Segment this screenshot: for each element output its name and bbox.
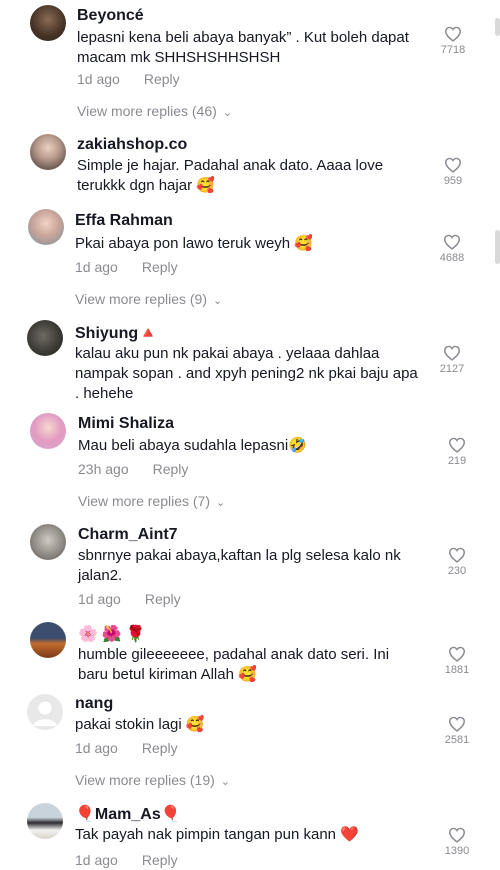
comment-time: 1d ago — [77, 71, 120, 87]
comment-meta: 1d ago Reply — [78, 591, 181, 607]
scrollbar[interactable] — [495, 18, 500, 36]
heart-outline-icon — [448, 646, 466, 662]
heart-outline-icon — [443, 234, 461, 250]
view-more-replies[interactable]: View more replies (46) ⌄ — [77, 103, 232, 119]
view-more-label: View more replies (7) — [78, 493, 211, 509]
avatar[interactable] — [27, 320, 63, 356]
comment-username[interactable]: Mimi Shaliza — [78, 415, 174, 433]
avatar[interactable] — [27, 694, 63, 730]
avatar[interactable] — [27, 803, 63, 839]
like-count: 4688 — [439, 252, 465, 264]
heart-outline-icon — [448, 547, 466, 563]
avatar[interactable] — [30, 622, 66, 658]
chevron-down-icon: ⌄ — [222, 107, 233, 119]
comment-meta: 23h ago Reply — [78, 461, 188, 477]
comment-text: Tak payah nak pimpin tangan pun kann ❤️ — [75, 826, 359, 843]
like-count: 959 — [443, 175, 463, 187]
heart-outline-icon — [444, 26, 462, 42]
comment-username[interactable]: Effa Rahman — [75, 212, 173, 230]
like-button[interactable]: 4688 — [432, 234, 472, 264]
comment-meta: 1d ago Reply — [75, 852, 178, 868]
view-more-replies[interactable]: View more replies (7) ⌄ — [78, 493, 225, 509]
view-more-replies[interactable]: View more replies (9) ⌄ — [75, 291, 222, 307]
comment-time: 1d ago — [75, 259, 118, 275]
comment-meta: 1d ago Reply — [77, 71, 180, 87]
comment-text: lepasni kena beli abaya banyak” . Kut bo… — [77, 29, 409, 66]
reply-button[interactable]: Reply — [145, 591, 181, 607]
comment-text: Simple je hajar. Padahal anak dato. Aaaa… — [77, 157, 384, 194]
like-count: 1881 — [444, 664, 470, 676]
like-count: 7718 — [440, 44, 466, 56]
comment-text: kalau aku pun nk pakai abaya . yelaaa da… — [75, 345, 418, 402]
avatar[interactable] — [30, 413, 66, 449]
comment-time: 1d ago — [75, 852, 118, 868]
reply-button[interactable]: Reply — [142, 852, 178, 868]
like-button[interactable]: 219 — [437, 437, 477, 467]
reply-button[interactable]: Reply — [142, 259, 178, 275]
comment-text: Mau beli abaya sudahla lepasni🤣 — [78, 437, 307, 454]
view-more-replies[interactable]: View more replies (19) ⌄ — [75, 772, 230, 788]
comment-username[interactable]: Charm_Aint7 — [78, 526, 178, 544]
chevron-down-icon: ⌄ — [216, 497, 226, 509]
comment-username[interactable]: Beyoncé — [77, 7, 144, 25]
heart-outline-icon — [448, 437, 466, 453]
comment-time: 1d ago — [75, 740, 118, 756]
like-count: 2127 — [439, 363, 465, 375]
comment-username[interactable]: nang — [75, 695, 113, 713]
view-more-label: View more replies (46) — [77, 103, 217, 119]
heart-outline-icon — [444, 157, 462, 173]
heart-outline-icon — [448, 827, 466, 843]
avatar[interactable] — [30, 134, 66, 170]
heart-outline-icon — [448, 716, 466, 732]
comment-text: humble gileeeeeee, padahal anak dato ser… — [78, 646, 390, 683]
like-button[interactable]: 1881 — [437, 646, 477, 676]
comment-meta: 1d ago Reply — [75, 740, 178, 756]
comment-username[interactable]: zakiahshop.co — [77, 136, 187, 154]
comment-text: pakai stokin lagi 🥰 — [75, 716, 205, 733]
comment-username[interactable]: 🎈Mam_As🎈 — [75, 804, 181, 824]
view-more-label: View more replies (19) — [75, 772, 215, 788]
like-button[interactable]: 1390 — [437, 827, 477, 857]
like-button[interactable]: 230 — [437, 547, 477, 577]
avatar[interactable] — [30, 524, 66, 560]
avatar[interactable] — [30, 5, 66, 41]
view-more-label: View more replies (9) — [75, 291, 208, 307]
comment-text: sbnrnye pakai abaya,kaftan la plg selesa… — [78, 547, 401, 584]
comment-time: 23h ago — [78, 461, 129, 477]
like-count: 230 — [447, 565, 467, 577]
comment-username[interactable]: Shiyung🔺 — [75, 323, 158, 343]
scrollbar[interactable] — [495, 230, 500, 264]
like-count: 2581 — [444, 734, 470, 746]
comment-time: 1d ago — [78, 591, 121, 607]
like-button[interactable]: 2581 — [437, 716, 477, 746]
like-count: 1390 — [444, 845, 470, 857]
heart-outline-icon — [443, 345, 461, 361]
reply-button[interactable]: Reply — [142, 740, 178, 756]
comment-meta: 1d ago Reply — [75, 259, 178, 275]
comment-username[interactable]: 🌸🌺🌹 — [78, 624, 150, 643]
avatar[interactable] — [28, 209, 64, 245]
reply-button[interactable]: Reply — [153, 461, 189, 477]
like-button[interactable]: 959 — [433, 157, 473, 187]
like-button[interactable]: 2127 — [432, 345, 472, 375]
like-count: 219 — [447, 455, 467, 467]
reply-button[interactable]: Reply — [144, 71, 180, 87]
chevron-down-icon: ⌄ — [213, 295, 223, 307]
comment-text: Pkai abaya pon lawo teruk weyh 🥰 — [75, 235, 313, 252]
default-avatar-icon — [33, 701, 57, 726]
chevron-down-icon: ⌄ — [220, 776, 231, 788]
like-button[interactable]: 7718 — [433, 26, 473, 56]
